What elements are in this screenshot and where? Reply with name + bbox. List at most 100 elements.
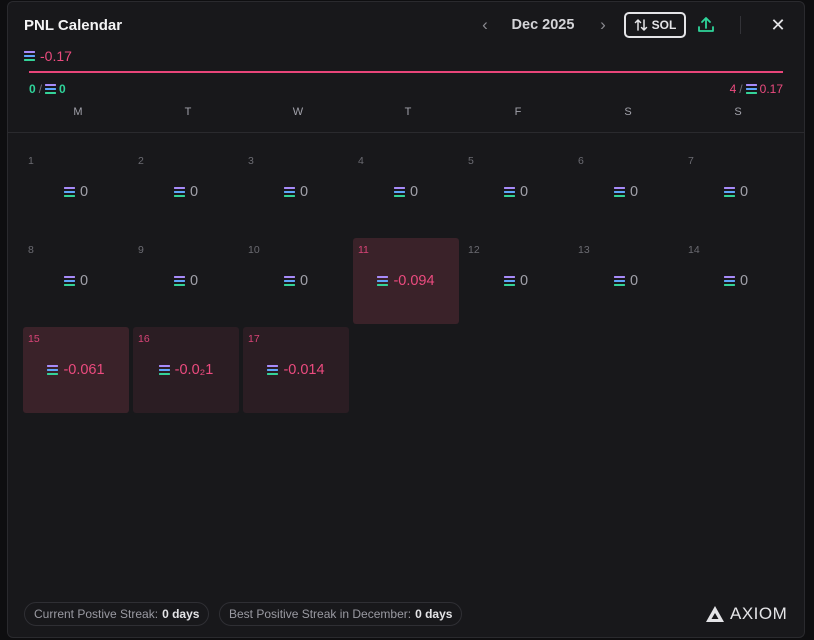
weekday-label: F: [514, 106, 522, 118]
sol-icon: [613, 276, 625, 286]
sol-icon: [503, 276, 515, 286]
day-number: 1: [28, 155, 34, 167]
day-pnl-value: -0.061: [63, 362, 105, 378]
day-pnl-value: 0: [519, 273, 529, 289]
sol-icon: [267, 365, 279, 375]
day-pnl: 0: [353, 184, 459, 200]
day-pnl: -0.0₂1: [133, 362, 239, 378]
best-streak-label: Best Positive Streak in December:: [229, 607, 412, 621]
current-streak-badge: Current Postive Streak: 0 days: [24, 602, 210, 626]
calendar-day[interactable]: 90: [133, 238, 239, 324]
positive-summary: 0 / 0: [29, 82, 66, 96]
day-number: 16: [138, 333, 150, 345]
sol-icon: [723, 187, 735, 197]
day-number: 2: [138, 155, 144, 167]
weekday-label: S: [624, 106, 632, 118]
axiom-logo: AXIOM: [706, 604, 787, 624]
sol-icon: [613, 187, 625, 197]
calendar-day[interactable]: 10: [23, 149, 129, 235]
calendar-grid: 1 0 2 0 3 0 4 0 5 0 6 0 7 0 8 0 9 0 10 0 11 -0.094 12 0 13 0 14 0 15…: [23, 149, 789, 413]
day-number: 7: [688, 155, 694, 167]
currency-toggle-button[interactable]: SOL: [624, 12, 686, 38]
calendar-day[interactable]: 12 0: [463, 238, 569, 324]
day-pnl: 0: [243, 184, 349, 200]
day-pnl: 0: [23, 184, 129, 200]
weekday-label: T: [184, 106, 192, 118]
calendar-day[interactable]: 10 0: [243, 238, 349, 324]
current-streak-label: Current Postive Streak:: [34, 607, 159, 621]
day-pnl-value: 0: [299, 184, 309, 200]
weekday-label: W: [292, 106, 304, 118]
day-pnl: 0: [133, 184, 239, 200]
next-month-button[interactable]: ›: [594, 14, 612, 36]
weekday-label: S: [734, 106, 742, 118]
calendar-day[interactable]: 40: [353, 149, 459, 235]
calendar-day[interactable]: 80: [23, 238, 129, 324]
day-number: 4: [358, 155, 364, 167]
day-pnl: 0: [573, 184, 679, 200]
sol-icon: [63, 276, 75, 286]
calendar-day[interactable]: 60: [573, 149, 679, 235]
calendar-day[interactable]: 20: [133, 149, 239, 235]
day-pnl-value: -0.014: [283, 362, 325, 378]
day-pnl-value: 0: [629, 184, 639, 200]
sol-icon: [173, 187, 185, 197]
day-pnl: 0: [243, 273, 349, 289]
day-pnl-value: -0.0₂1: [174, 362, 214, 378]
day-number: 11: [358, 244, 369, 256]
calendar-day[interactable]: 14 0: [683, 238, 789, 324]
swap-arrows-icon: [634, 19, 647, 31]
header-separator: [8, 132, 804, 133]
sol-icon: [745, 84, 757, 94]
day-number: 10: [248, 244, 260, 256]
calendar-day[interactable]: 16 -0.0₂1: [133, 327, 239, 413]
day-number: 13: [578, 244, 590, 256]
negative-sum: 0.17: [759, 82, 783, 96]
current-month: Dec 2025: [511, 17, 575, 33]
sol-icon: [24, 51, 35, 61]
sol-icon: [723, 276, 735, 286]
day-pnl-value: 0: [739, 273, 749, 289]
calendar-day[interactable]: 50: [463, 149, 569, 235]
calendar-day[interactable]: 17 -0.014: [243, 327, 349, 413]
day-number: 9: [138, 244, 144, 256]
day-pnl: 0: [23, 273, 129, 289]
calendar-day[interactable]: 70: [683, 149, 789, 235]
positive-separator: /: [38, 82, 43, 96]
close-button[interactable]: ✕: [768, 14, 788, 36]
day-pnl: 0: [683, 184, 789, 200]
prev-month-button[interactable]: ‹: [476, 14, 494, 36]
share-button[interactable]: [696, 15, 716, 35]
day-pnl: 0: [683, 273, 789, 289]
total-pnl: -0.17: [24, 48, 72, 64]
sol-icon: [503, 187, 515, 197]
sol-icon: [63, 187, 75, 197]
day-pnl-value: 0: [629, 273, 639, 289]
day-pnl: -0.014: [243, 362, 349, 378]
positive-day-count: 0: [29, 82, 36, 96]
sol-icon: [45, 84, 57, 94]
day-pnl-value: 0: [519, 184, 529, 200]
pnl-calendar-modal: PNL Calendar ‹ Dec 2025 › SOL ✕ -0.17 0 …: [7, 1, 805, 638]
currency-label: SOL: [651, 18, 677, 32]
close-icon: ✕: [770, 15, 786, 35]
brand-name: AXIOM: [730, 604, 788, 623]
calendar-day[interactable]: 11 -0.094: [353, 238, 459, 324]
chevron-right-icon: ›: [600, 15, 606, 34]
day-number: 5: [468, 155, 474, 167]
day-number: 6: [578, 155, 584, 167]
day-pnl-value: -0.094: [393, 273, 435, 289]
calendar-day[interactable]: 30: [243, 149, 349, 235]
day-number: 12: [468, 244, 480, 256]
day-number: 8: [28, 244, 34, 256]
day-number: 14: [688, 244, 700, 256]
day-pnl-value: 0: [739, 184, 749, 200]
weekday-label: M: [73, 106, 83, 118]
modal-title: PNL Calendar: [24, 17, 123, 34]
negative-separator: /: [739, 82, 743, 96]
calendar-day[interactable]: 13 0: [573, 238, 679, 324]
sol-icon: [158, 365, 170, 375]
best-streak-badge: Best Positive Streak in December: 0 days: [219, 602, 463, 626]
day-pnl-value: 0: [189, 184, 199, 200]
calendar-day[interactable]: 15 -0.061: [23, 327, 129, 413]
